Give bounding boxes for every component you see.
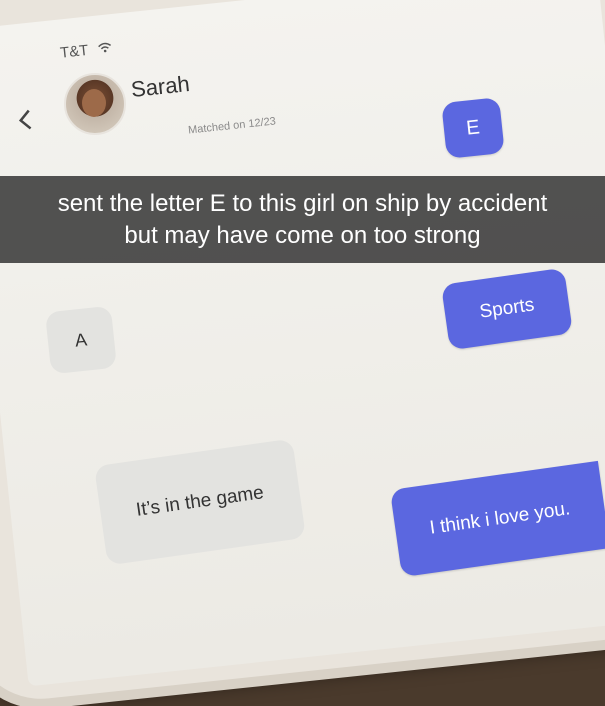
sent-message-e: E xyxy=(441,97,505,159)
wifi-icon xyxy=(97,40,112,56)
caption-line-1: sent the letter E to this girl on ship b… xyxy=(57,189,548,217)
avatar[interactable] xyxy=(64,73,126,135)
avatar-face xyxy=(82,89,106,117)
back-chevron-icon[interactable] xyxy=(15,105,34,140)
snap-caption: sent the letter E to this girl on ship b… xyxy=(0,176,605,263)
received-message-a: A xyxy=(44,305,118,375)
carrier-label: T&T xyxy=(59,41,89,62)
caption-line-2: but may have come on too strong xyxy=(124,221,481,249)
